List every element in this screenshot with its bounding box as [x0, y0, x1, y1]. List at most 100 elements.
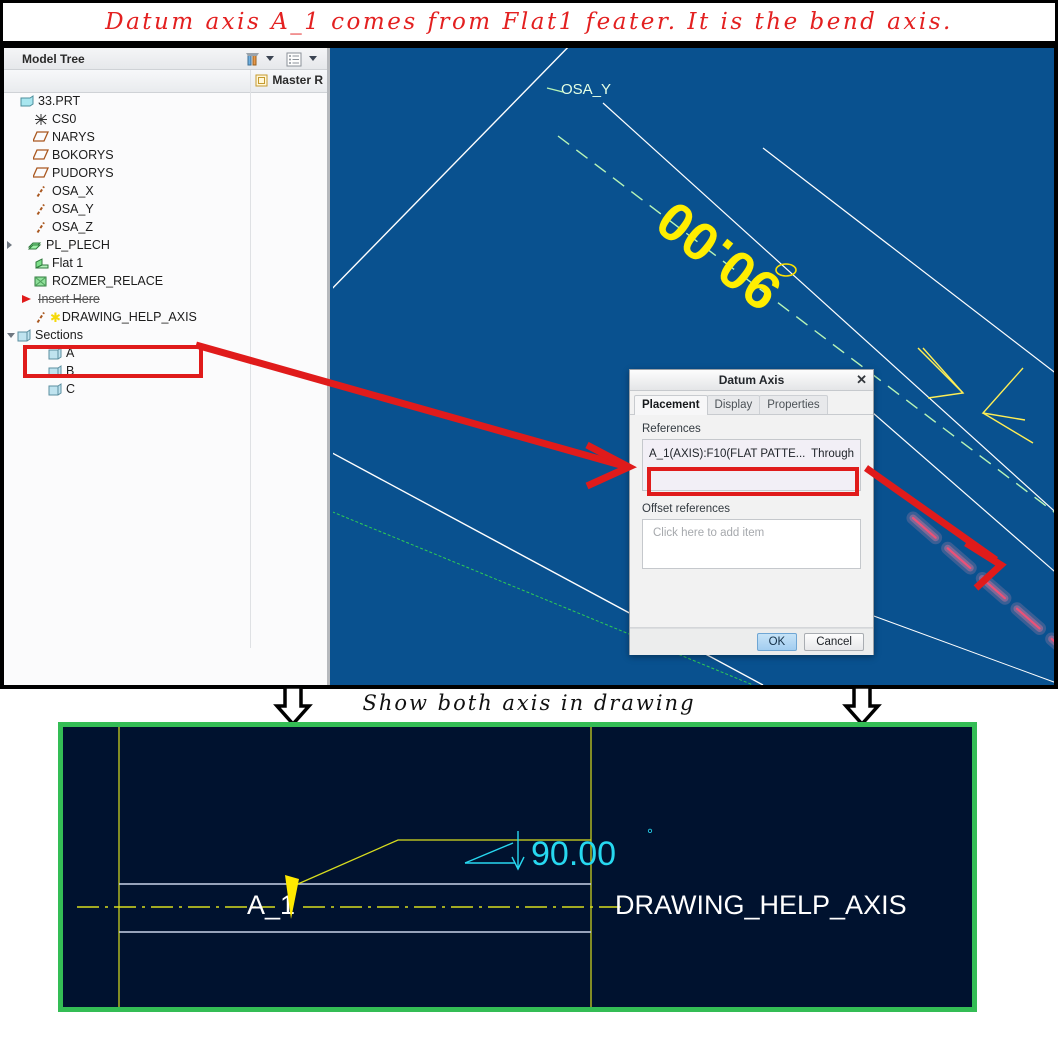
- offset-placeholder: Click here to add item: [653, 527, 765, 539]
- cad-window-inner: OSA_Y 90.00 Model Tree Master R 33.PRT C…: [4, 48, 1054, 685]
- sections-icon: [15, 328, 33, 342]
- drawing-graphics: A_1 DRAWING_HELP_AXIS 90.00 °: [77, 727, 907, 1007]
- tree-item-pudorys[interactable]: PUDORYS: [4, 164, 250, 182]
- coord-sys-icon: [32, 113, 50, 126]
- dialog-footer: OK Cancel: [630, 628, 873, 655]
- cad-application-window: OSA_Y 90.00 Model Tree Master R 33.PRT C…: [0, 44, 1058, 689]
- filter-dropdown-caret[interactable]: [266, 56, 274, 61]
- model-tree-titlebar: Model Tree: [4, 48, 327, 70]
- tree-item-label: OSA_X: [52, 184, 94, 198]
- relations-icon: [32, 275, 50, 288]
- datum-axis-icon: [32, 203, 50, 216]
- expander-open-icon[interactable]: [7, 332, 15, 338]
- reference-constraint: Through: [811, 448, 854, 460]
- axis-label-drawing-help-axis: DRAWING_HELP_AXIS: [615, 890, 907, 920]
- offset-references-label: Offset references: [642, 503, 730, 515]
- tab-placement[interactable]: Placement: [634, 395, 708, 415]
- cancel-button[interactable]: Cancel: [804, 633, 864, 651]
- tree-item-section-c[interactable]: C: [4, 380, 250, 398]
- reference-row[interactable]: A_1(AXIS):F10(FLAT PATTE... Through: [643, 444, 860, 464]
- tree-item-label: PUDORYS: [52, 166, 114, 180]
- tree-item-section-b[interactable]: B: [4, 362, 250, 380]
- tree-item-osa-z[interactable]: OSA_Z: [4, 218, 250, 236]
- tree-item-narys[interactable]: NARYS: [4, 128, 250, 146]
- tree-item-label: BOKORYS: [52, 148, 114, 162]
- datum-axis-icon: [32, 185, 50, 198]
- dialog-title: Datum Axis: [718, 373, 785, 387]
- tree-item-label: ROZMER_RELACE: [52, 274, 164, 288]
- section-icon: [46, 346, 64, 360]
- angle-dimension: 90.00 °: [464, 826, 653, 873]
- datum-axis-new-icon: [32, 311, 50, 324]
- tree-item-label: C: [66, 382, 76, 396]
- columns-dropdown-caret[interactable]: [309, 56, 317, 61]
- model-tree-column-header: Master R: [4, 70, 327, 93]
- ok-button[interactable]: OK: [756, 633, 798, 651]
- middle-caption-text: Show both axis in drawing: [362, 691, 696, 715]
- master-rep-label: Master R: [272, 73, 323, 87]
- tree-item-label: A: [66, 346, 75, 360]
- annotation-banner: Datum axis A_1 comes from Flat1 feater. …: [0, 0, 1058, 44]
- tree-item-bokorys[interactable]: BOKORYS: [4, 146, 250, 164]
- dialog-titlebar: Datum Axis ✕: [630, 370, 873, 391]
- tree-item-33-prt[interactable]: 33.PRT: [4, 92, 250, 110]
- references-listbox[interactable]: A_1(AXIS):F10(FLAT PATTE... Through: [642, 439, 861, 491]
- osa-y-axis-label: OSA_Y: [561, 81, 611, 98]
- datum-plane-icon: [31, 167, 50, 179]
- angle-dimension-value: 90.00: [531, 835, 616, 873]
- tree-item-label: PL_PLECH: [46, 238, 110, 252]
- drawing-pane[interactable]: A_1 DRAWING_HELP_AXIS 90.00 °: [58, 722, 977, 1012]
- tree-item-label: Sections: [35, 328, 83, 342]
- tree-item-osa-y[interactable]: OSA_Y: [4, 200, 250, 218]
- tree-item-label: OSA_Y: [52, 202, 94, 216]
- tree-item-label: B: [66, 364, 75, 378]
- angle-dimension-unit: °: [647, 826, 653, 843]
- down-arrow-left-icon: [273, 685, 313, 727]
- tree-columns-icon[interactable]: [285, 51, 303, 67]
- filter-icon[interactable]: [244, 51, 262, 67]
- annotation-banner-inner: Datum axis A_1 comes from Flat1 feater. …: [3, 3, 1055, 41]
- tree-item-pl-plech[interactable]: PL_PLECH: [4, 236, 250, 254]
- down-arrow-right-icon: [842, 685, 882, 727]
- model-tree-column-divider: [250, 70, 251, 648]
- model-tree-items: 33.PRT CS0 NARYS BOKORYS PUDORYS OSA_X O…: [4, 92, 250, 398]
- tree-item-insert-here[interactable]: Insert Here: [4, 290, 250, 308]
- master-rep-icon: [255, 74, 268, 86]
- tree-item-section-a[interactable]: A: [4, 344, 250, 362]
- insert-here-icon: [18, 293, 36, 305]
- tree-item-label: OSA_Z: [52, 220, 93, 234]
- datum-plane-icon: [31, 149, 50, 161]
- model-tree-panel[interactable]: Model Tree Master R 33.PRT CS0 NARYS BOK…: [4, 48, 330, 685]
- datum-plane-icon: [31, 131, 50, 143]
- master-rep-column[interactable]: Master R: [255, 73, 323, 87]
- references-label: References: [642, 423, 701, 435]
- tree-item-drawing-help-axis[interactable]: ✱ DRAWING_HELP_AXIS: [4, 308, 250, 326]
- middle-caption-strip: Show both axis in drawing: [0, 685, 1058, 727]
- section-icon: [46, 382, 64, 396]
- dialog-body: Placement Display Properties References …: [630, 391, 873, 628]
- offset-references-listbox[interactable]: Click here to add item: [642, 519, 861, 569]
- tab-display[interactable]: Display: [706, 395, 761, 414]
- tree-item-flat-1[interactable]: Flat 1: [4, 254, 250, 272]
- tree-item-rozmer-relace[interactable]: ROZMER_RELACE: [4, 272, 250, 290]
- tree-item-label: Flat 1: [52, 256, 84, 270]
- tree-item-cs0[interactable]: CS0: [4, 110, 250, 128]
- tree-item-sections[interactable]: Sections: [4, 326, 250, 344]
- reference-name: A_1(AXIS):F10(FLAT PATTE...: [649, 448, 806, 460]
- expander-collapsed-icon[interactable]: [7, 241, 12, 249]
- model-tree-title: Model Tree: [22, 51, 85, 66]
- tree-item-label: NARYS: [52, 130, 95, 144]
- close-icon[interactable]: ✕: [856, 372, 867, 387]
- datum-axis-dialog[interactable]: Datum Axis ✕ Placement Display Propertie…: [629, 369, 874, 655]
- dialog-tabs: Placement Display Properties: [630, 391, 873, 415]
- sheetmetal-icon: [26, 239, 44, 252]
- section-icon: [46, 364, 64, 378]
- datum-axis-icon: [32, 221, 50, 234]
- tree-item-label: 33.PRT: [38, 94, 81, 108]
- tree-item-osa-x[interactable]: OSA_X: [4, 182, 250, 200]
- tab-properties[interactable]: Properties: [759, 395, 828, 414]
- annotation-banner-text: Datum axis A_1 comes from Flat1 feater. …: [105, 9, 953, 35]
- flat-pattern-icon: [32, 257, 50, 270]
- part-icon: [18, 94, 36, 108]
- tree-item-label: CS0: [52, 112, 77, 126]
